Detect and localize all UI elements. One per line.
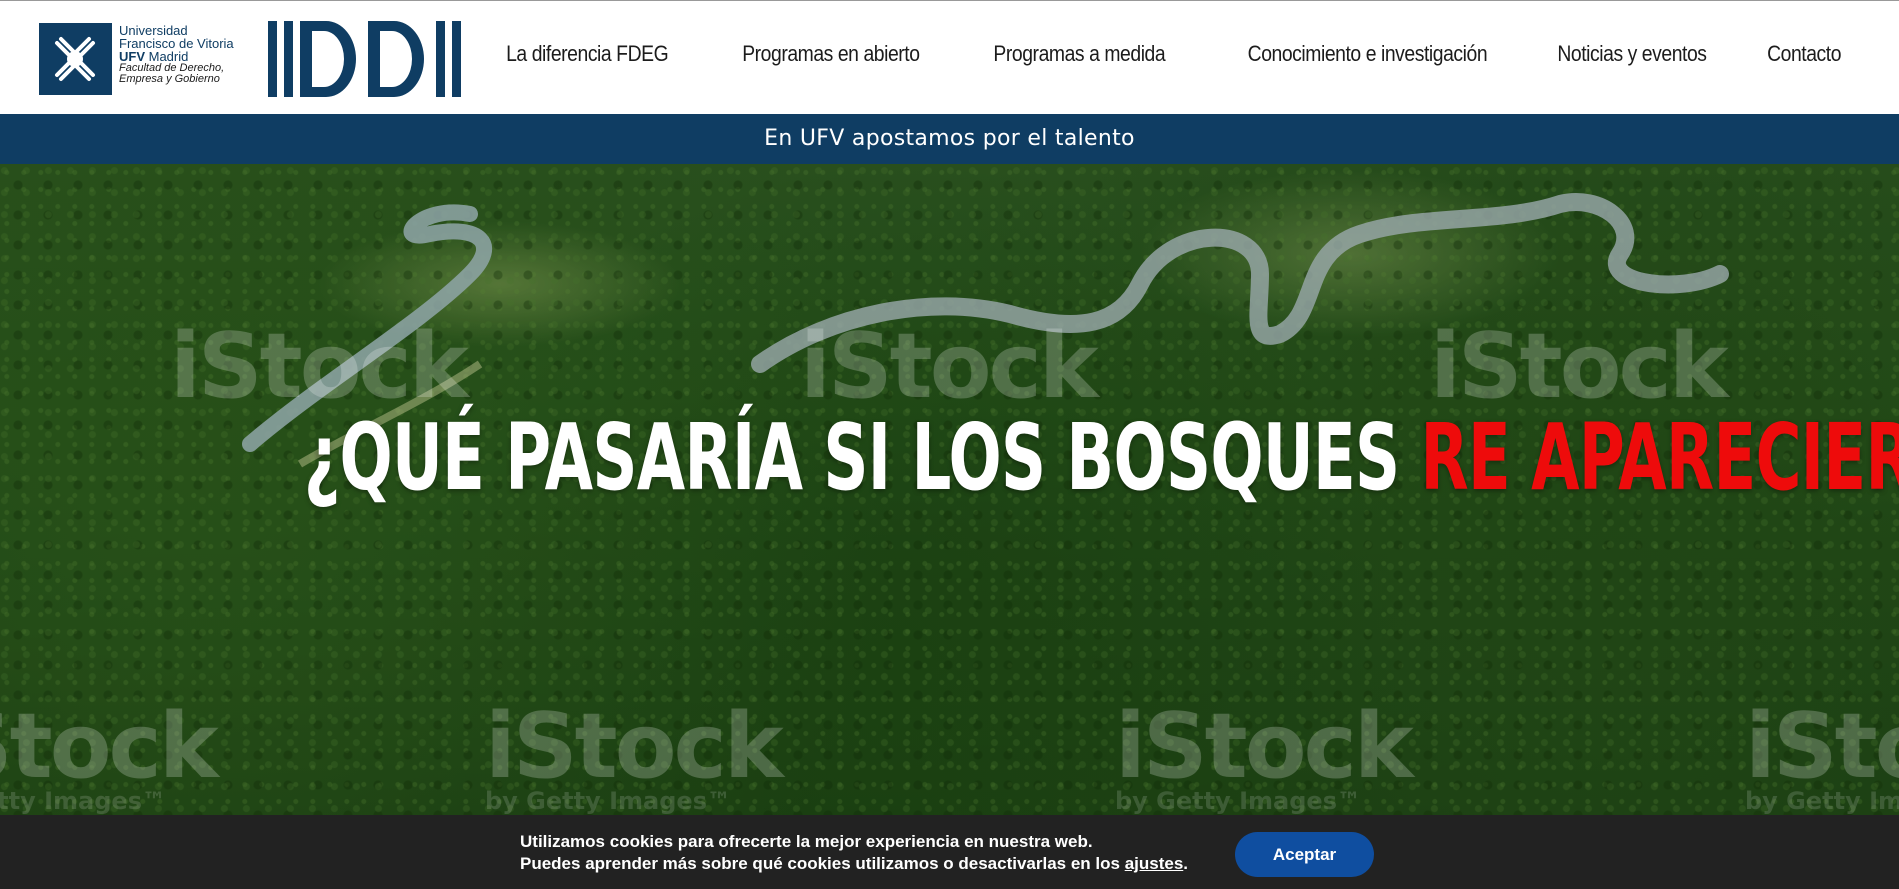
cookie-line-2-end: . xyxy=(1183,854,1189,873)
ufv-logo[interactable]: Universidad Francisco de Vitoria UFV Mad… xyxy=(39,21,245,96)
main-nav: La diferencia FDEG Programas en abierto … xyxy=(434,41,1841,67)
nav-item-programas-medida[interactable]: Programas a medida xyxy=(993,41,1165,67)
istock-watermark: iStockby Getty Images™ xyxy=(1745,694,1899,815)
nav-item-diferencia-fdeg[interactable]: La diferencia FDEG xyxy=(506,41,669,67)
site-header: Universidad Francisco de Vitoria UFV Mad… xyxy=(0,0,1899,114)
nav-item-programas-abierto[interactable]: Programas en abierto xyxy=(743,41,921,67)
hero-section: iStock iStock iStock iStockby Getty Imag… xyxy=(0,164,1899,815)
ufv-logo-text: Universidad Francisco de Vitoria UFV Mad… xyxy=(119,24,234,85)
nav-item-contacto[interactable]: Contacto xyxy=(1767,41,1841,67)
cookie-line-2-text: Puedes aprender más sobre qué cookies ut… xyxy=(520,854,1125,873)
hero-title: ¿QUÉ PASARÍA SI LOS BOSQUES RE APARECIER… xyxy=(303,404,1899,511)
watermark-text: iStock xyxy=(0,694,219,799)
watermark-text: iStock xyxy=(1745,694,1899,799)
cookie-settings-link[interactable]: ajustes xyxy=(1125,854,1184,873)
nav-item-noticias[interactable]: Noticias y eventos xyxy=(1558,41,1708,67)
hero-title-main: ¿QUÉ PASARÍA SI LOS BOSQUES xyxy=(303,404,1421,511)
watermark-text: iStock xyxy=(1115,694,1414,799)
cookie-banner: Utilizamos cookies para ofrecerte la mej… xyxy=(0,815,1899,889)
istock-watermark: iStockby Getty Images™ xyxy=(1115,694,1414,815)
accept-cookies-button[interactable]: Aceptar xyxy=(1235,832,1374,877)
istock-watermark: iStockby Getty Images™ xyxy=(485,694,784,815)
cookie-message: Utilizamos cookies para ofrecerte la mej… xyxy=(520,831,1188,875)
istock-watermark: iStockby Getty Images™ xyxy=(0,694,219,815)
hero-title-highlight: RE APARECIERAN? xyxy=(1420,404,1899,511)
cookie-line-1: Utilizamos cookies para ofrecerte la mej… xyxy=(520,832,1093,851)
talent-banner: En UFV apostamos por el talento xyxy=(0,114,1899,164)
ufv-emblem-icon xyxy=(39,23,112,95)
watermark-text: iStock xyxy=(485,694,784,799)
nav-item-conocimiento[interactable]: Conocimiento e investigación xyxy=(1248,41,1488,67)
watermark-sub: by Getty Images™ xyxy=(1745,787,1899,815)
cookie-line-2: Puedes aprender más sobre qué cookies ut… xyxy=(520,853,1188,875)
logo-line-5: Empresa y Gobierno xyxy=(119,73,220,85)
